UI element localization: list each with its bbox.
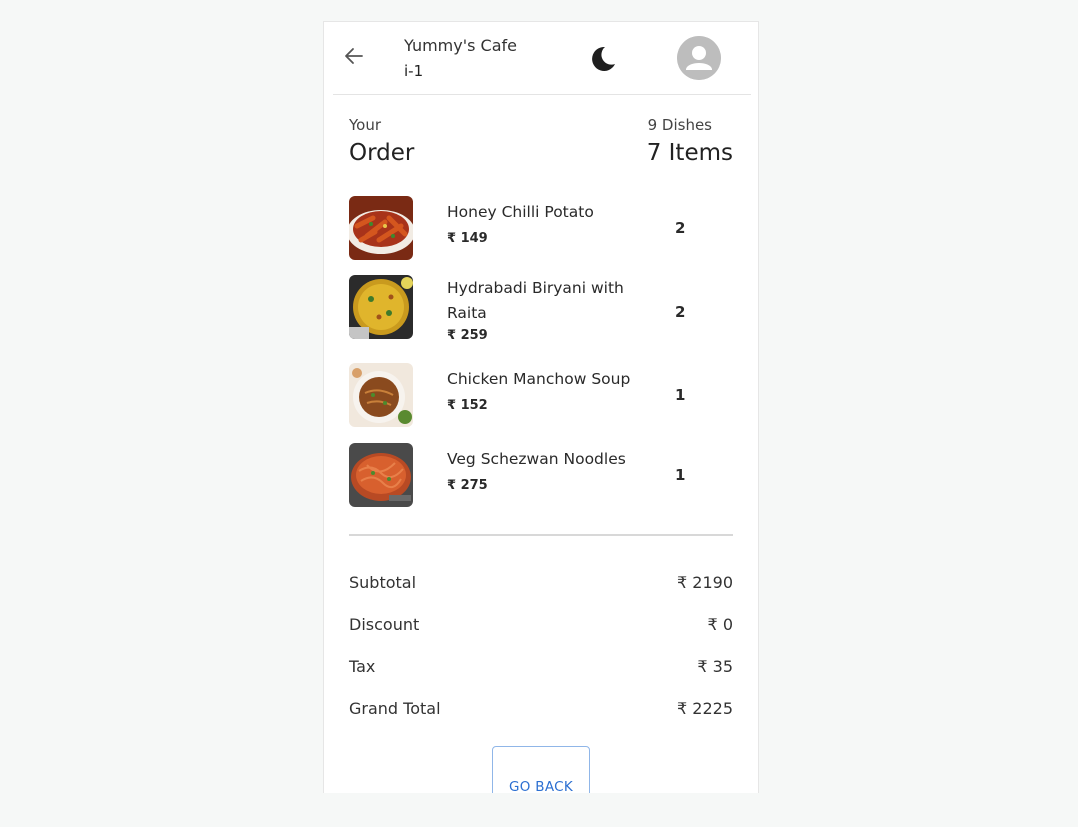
dish-quantity: 2 [675, 219, 686, 237]
dish-price: ₹ 275 [447, 478, 488, 493]
dish-name: Honey Chilli Potato [447, 203, 594, 221]
order-label: Your [349, 116, 382, 134]
dish-name: Chicken Manchow Soup [447, 370, 631, 388]
grand-total-label: Grand Total [349, 699, 441, 718]
discount-row: Discount ₹ 0 [349, 615, 733, 637]
dish-quantity: 1 [675, 386, 686, 404]
summary-divider [349, 534, 733, 536]
order-screen: Yummy's Cafe i-1 Your Order 9 Dishes 7 I… [323, 21, 759, 793]
subtotal-value: ₹ 2190 [677, 573, 733, 592]
dish-image [349, 196, 413, 260]
subtotal-label: Subtotal [349, 573, 417, 592]
dishes-count: 9 Dishes [647, 116, 712, 134]
theme-toggle-button[interactable] [588, 44, 618, 74]
header-divider [333, 94, 751, 95]
dish-image [349, 443, 413, 507]
grand-total-value: ₹ 2225 [677, 699, 733, 718]
dish-image [349, 275, 413, 339]
profile-avatar[interactable] [677, 36, 721, 80]
tax-value: ₹ 35 [697, 657, 733, 676]
order-item: Hydrabadi Biryani with Raita ₹ 259 2 [349, 275, 739, 345]
dish-name: Hydrabadi Biryani with Raita [447, 279, 624, 322]
dish-price: ₹ 152 [447, 398, 488, 413]
order-item: Chicken Manchow Soup ₹ 152 1 [349, 363, 739, 427]
items-count: 7 Items [646, 140, 733, 166]
table-id: i-1 [404, 62, 424, 80]
grand-total-row: Grand Total ₹ 2225 [349, 699, 733, 721]
discount-value: ₹ 0 [707, 615, 733, 634]
back-button[interactable] [342, 44, 366, 68]
dish-price: ₹ 149 [447, 231, 488, 246]
order-title: Order [349, 140, 415, 166]
dish-quantity: 2 [675, 303, 686, 321]
cafe-name: Yummy's Cafe [404, 36, 517, 55]
account-circle-icon [677, 36, 721, 80]
dish-image [349, 363, 413, 427]
order-item: Honey Chilli Potato ₹ 149 2 [349, 196, 739, 260]
subtotal-row: Subtotal ₹ 2190 [349, 573, 733, 595]
tax-row: Tax ₹ 35 [349, 657, 733, 679]
dish-price: ₹ 259 [447, 328, 488, 343]
order-item: Veg Schezwan Noodles ₹ 275 1 [349, 443, 739, 507]
go-back-button[interactable]: GO BACK [492, 746, 590, 793]
app-header: Yummy's Cafe i-1 [324, 22, 758, 96]
discount-label: Discount [349, 615, 420, 634]
tax-label: Tax [349, 657, 376, 676]
moon-icon [592, 46, 615, 71]
dish-name: Veg Schezwan Noodles [447, 450, 626, 468]
arrow-left-icon [345, 48, 363, 64]
dish-quantity: 1 [675, 466, 686, 484]
